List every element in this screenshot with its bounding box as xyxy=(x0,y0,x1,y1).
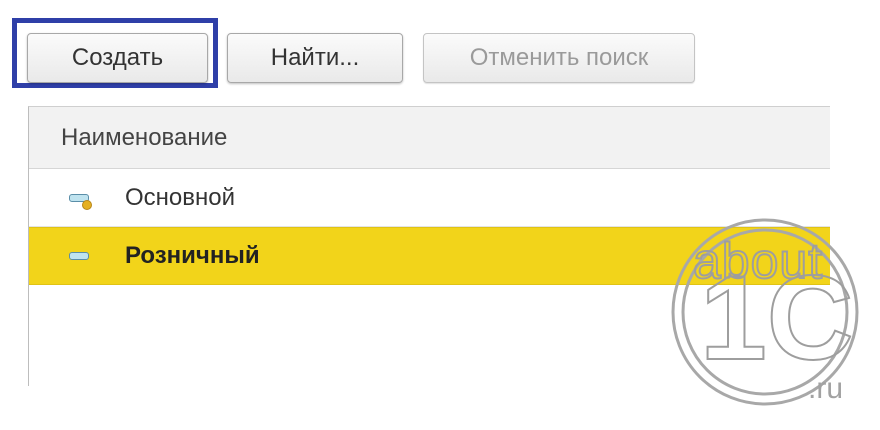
item-icon xyxy=(65,228,125,284)
find-button[interactable]: Найти... xyxy=(227,33,403,83)
row-label: Розничный xyxy=(125,242,260,269)
cancel-search-button[interactable]: Отменить поиск xyxy=(423,33,695,83)
table-row[interactable]: Основной xyxy=(29,169,830,227)
row-label: Основной xyxy=(125,183,236,211)
column-header-name[interactable]: Наименование xyxy=(29,107,830,169)
create-button[interactable]: Создать xyxy=(27,33,208,83)
watermark-1c-text: 1C xyxy=(699,251,854,385)
catalog-list-form: Создать Найти... Отменить поиск Наименов… xyxy=(0,0,880,430)
watermark-ru-text: .ru xyxy=(808,372,844,405)
item-default-icon xyxy=(65,169,125,226)
